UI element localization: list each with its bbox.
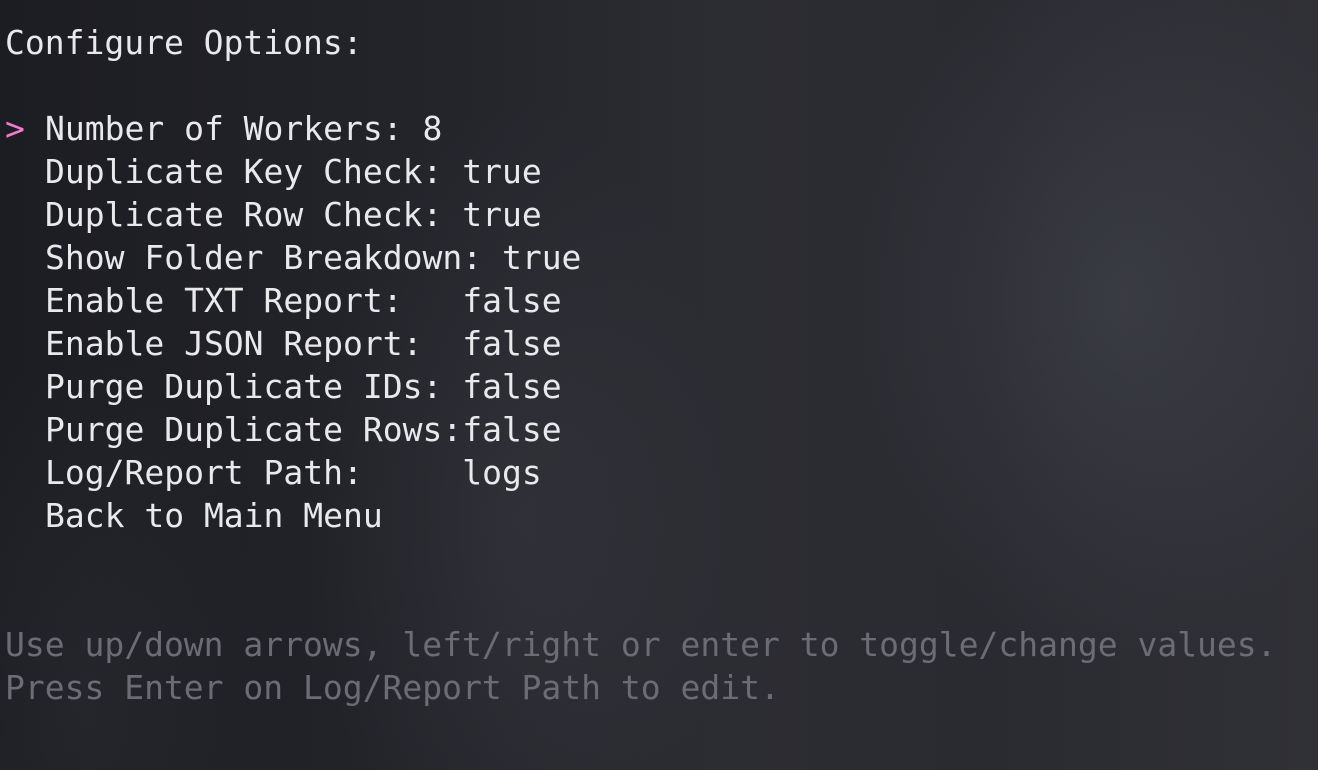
menu-item-number-of-workers[interactable]: Number of Workers: 8 [45,107,442,150]
help-hint-navigation: Use up/down arrows, left/right or enter … [5,625,1277,664]
menu-item-back-to-main-menu[interactable]: Back to Main Menu [45,494,383,537]
menu-item-duplicate-row-check[interactable]: Duplicate Row Check: true [45,193,542,236]
menu-item-enable-json-report[interactable]: Enable JSON Report: false [45,322,562,365]
menu-item-purge-duplicate-ids[interactable]: Purge Duplicate IDs: false [45,365,562,408]
menu-item-show-folder-breakdown[interactable]: Show Folder Breakdown: true [45,236,581,279]
menu-item-log-report-path[interactable]: Log/Report Path: logs [45,451,542,494]
menu-item-duplicate-key-check[interactable]: Duplicate Key Check: true [45,150,542,193]
menu-item-enable-txt-report[interactable]: Enable TXT Report: false [45,279,562,322]
help-hint-edit-path: Press Enter on Log/Report Path to edit. [5,668,780,707]
menu-item-purge-duplicate-rows[interactable]: Purge Duplicate Rows:false [45,408,562,451]
selection-cursor: > [5,109,25,148]
page-title: Configure Options: [5,23,363,62]
terminal-window: Configure Options: > Number of Workers: … [0,0,1318,770]
